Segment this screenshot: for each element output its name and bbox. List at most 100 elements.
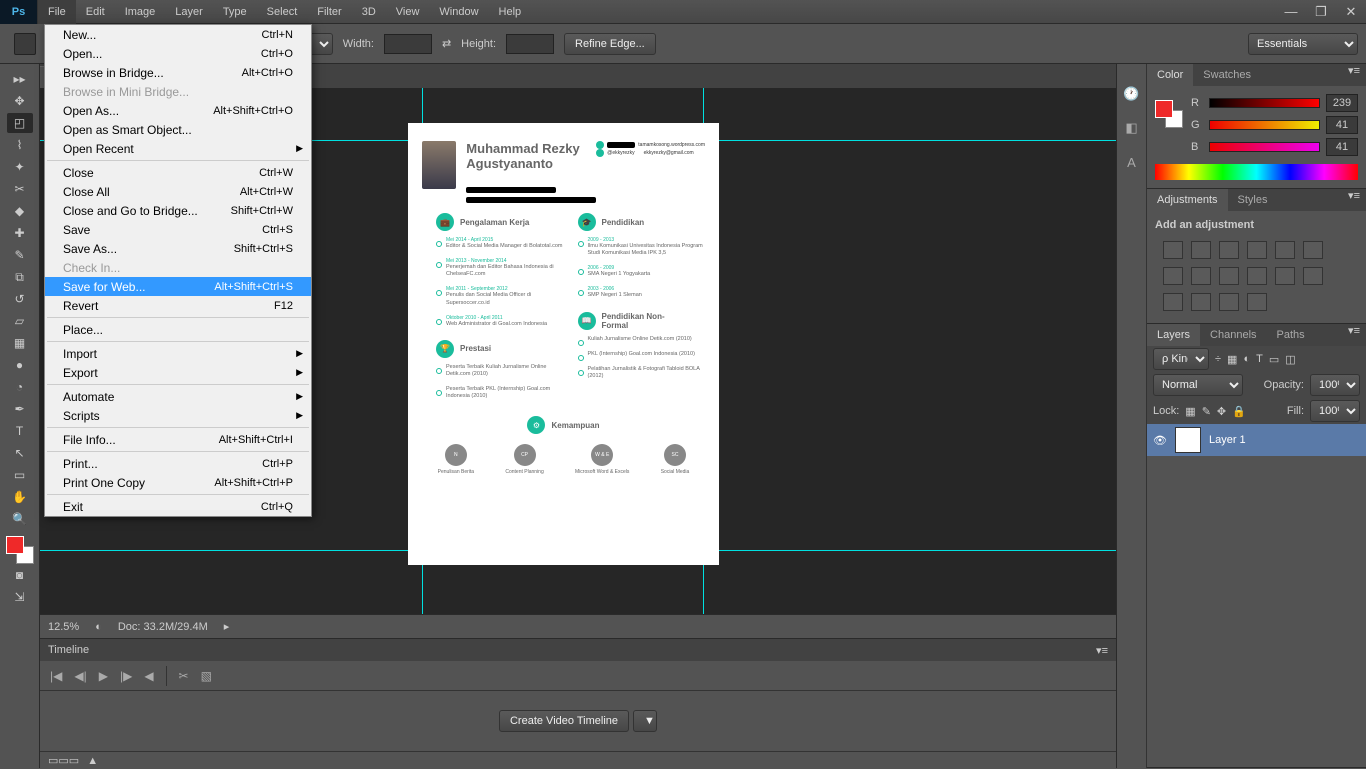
screenmode-tool[interactable]: ⇲ xyxy=(7,587,33,607)
menu-item[interactable]: Browse in Bridge...Alt+Ctrl+O xyxy=(45,63,311,82)
r-slider[interactable] xyxy=(1209,98,1320,108)
menu-edit[interactable]: Edit xyxy=(76,0,115,24)
width-input[interactable] xyxy=(384,34,432,54)
menu-item[interactable]: Export▶ xyxy=(45,363,311,382)
adjustment-icon[interactable] xyxy=(1247,267,1267,285)
tab-grip-icon[interactable]: ▸▸ xyxy=(7,69,33,89)
menu-item[interactable]: Place... xyxy=(45,320,311,339)
workspace-select[interactable]: Essentials xyxy=(1248,33,1358,55)
blend-mode-select[interactable]: Normal xyxy=(1153,374,1243,396)
gradient-tool[interactable]: ▦ xyxy=(7,333,33,353)
last-frame-icon[interactable]: ◀ xyxy=(144,669,153,683)
first-frame-icon[interactable]: |◀ xyxy=(50,669,62,683)
doc-info-arrow[interactable]: ▸ xyxy=(224,620,230,633)
filter-kind-select[interactable]: ρ Kind xyxy=(1153,348,1209,370)
menu-select[interactable]: Select xyxy=(257,0,308,24)
menu-item[interactable]: Print One CopyAlt+Shift+Ctrl+P xyxy=(45,473,311,492)
styles-tab[interactable]: Styles xyxy=(1228,189,1278,211)
menu-item[interactable]: RevertF12 xyxy=(45,296,311,315)
stamp-tool[interactable]: ⧉ xyxy=(7,267,33,287)
menu-item[interactable]: Automate▶ xyxy=(45,387,311,406)
crop-tool[interactable]: ✂ xyxy=(7,179,33,199)
properties-panel-icon[interactable]: ◧ xyxy=(1122,118,1142,138)
adjustment-icon[interactable] xyxy=(1303,267,1323,285)
filter-type-icon[interactable]: T xyxy=(1256,353,1263,365)
type-tool[interactable]: T xyxy=(7,421,33,441)
color-tab[interactable]: Color xyxy=(1147,64,1193,86)
create-timeline-button[interactable]: Create Video Timeline xyxy=(499,710,629,732)
eyedropper-tool[interactable]: ◆ xyxy=(7,201,33,221)
adjustment-icon[interactable] xyxy=(1247,241,1267,259)
panel-menu-icon[interactable]: ▾≡ xyxy=(1348,64,1366,86)
menu-file[interactable]: File xyxy=(38,0,76,24)
filter-adj-icon[interactable]: ◐ xyxy=(1243,353,1250,365)
character-panel-icon[interactable]: A xyxy=(1122,152,1142,172)
menu-item[interactable]: Open Recent▶ xyxy=(45,139,311,158)
visibility-icon[interactable]: 👁 xyxy=(1153,434,1167,447)
menu-image[interactable]: Image xyxy=(115,0,166,24)
tl-footer-icon[interactable]: ▭▭▭ xyxy=(48,754,79,767)
menu-item[interactable]: SaveCtrl+S xyxy=(45,220,311,239)
menu-item[interactable]: Save As...Shift+Ctrl+S xyxy=(45,239,311,258)
opacity-select[interactable]: 100% xyxy=(1310,374,1360,396)
b-slider[interactable] xyxy=(1209,142,1320,152)
panel-menu-icon[interactable]: ▾≡ xyxy=(1348,324,1366,346)
adjustments-tab[interactable]: Adjustments xyxy=(1147,189,1228,211)
zoom-icon[interactable]: ◐ xyxy=(95,621,102,633)
shape-tool[interactable]: ▭ xyxy=(7,465,33,485)
history-brush-tool[interactable]: ↺ xyxy=(7,289,33,309)
lock-pos-icon[interactable]: ✥ xyxy=(1217,405,1226,418)
paths-tab[interactable]: Paths xyxy=(1267,324,1315,346)
menu-filter[interactable]: Filter xyxy=(307,0,351,24)
filter-image-icon[interactable]: ▦ xyxy=(1227,353,1237,366)
menu-help[interactable]: Help xyxy=(489,0,532,24)
hue-strip[interactable] xyxy=(1155,164,1358,180)
menu-item[interactable]: Open...Ctrl+O xyxy=(45,44,311,63)
dodge-tool[interactable]: ◔ xyxy=(7,377,33,397)
heal-tool[interactable]: ✚ xyxy=(7,223,33,243)
fg-swatch[interactable] xyxy=(6,536,24,554)
brush-tool[interactable]: ✎ xyxy=(7,245,33,265)
wand-tool[interactable]: ✦ xyxy=(7,157,33,177)
menu-item[interactable]: New...Ctrl+N xyxy=(45,25,311,44)
menu-item[interactable]: Close AllAlt+Ctrl+W xyxy=(45,182,311,201)
swap-icon[interactable]: ⇄ xyxy=(442,37,451,50)
play-icon[interactable]: ▶ xyxy=(99,669,108,683)
timeline-tab[interactable]: Timeline xyxy=(48,644,89,656)
panel-menu-icon[interactable]: ▾≡ xyxy=(1096,644,1108,657)
pen-tool[interactable]: ✒ xyxy=(7,399,33,419)
swatches-tab[interactable]: Swatches xyxy=(1193,64,1261,86)
prev-frame-icon[interactable]: ◀| xyxy=(74,669,86,683)
layer-item[interactable]: 👁 Layer 1 xyxy=(1147,424,1366,456)
cut-icon[interactable]: ✂ xyxy=(179,669,189,683)
maximize-button[interactable]: ❐ xyxy=(1306,0,1336,24)
quickmask-tool[interactable]: ◙ xyxy=(7,565,33,585)
adjustment-icon[interactable] xyxy=(1303,241,1323,259)
path-tool[interactable]: ↖ xyxy=(7,443,33,463)
menu-item[interactable]: ExitCtrl+Q xyxy=(45,497,311,516)
adjustment-icon[interactable] xyxy=(1191,293,1211,311)
menu-item[interactable]: Print...Ctrl+P xyxy=(45,454,311,473)
color-swatches[interactable] xyxy=(6,536,34,564)
fill-select[interactable]: 100% xyxy=(1310,400,1360,422)
filter-smart-icon[interactable]: ◫ xyxy=(1285,353,1295,366)
panel-menu-icon[interactable]: ▾≡ xyxy=(1348,189,1366,211)
adjustment-icon[interactable] xyxy=(1163,293,1183,311)
tl-arrow-icon[interactable]: ▲ xyxy=(87,755,98,767)
adjustment-icon[interactable] xyxy=(1163,267,1183,285)
close-button[interactable]: ✕ xyxy=(1336,0,1366,24)
layers-tab[interactable]: Layers xyxy=(1147,324,1200,346)
adjustment-icon[interactable] xyxy=(1275,241,1295,259)
transition-icon[interactable]: ▧ xyxy=(201,669,212,683)
lock-trans-icon[interactable]: ▦ xyxy=(1185,405,1195,418)
adjustment-icon[interactable] xyxy=(1191,241,1211,259)
minimize-button[interactable]: — xyxy=(1276,0,1306,24)
lock-paint-icon[interactable]: ✎ xyxy=(1202,405,1211,418)
channels-tab[interactable]: Channels xyxy=(1200,324,1266,346)
menu-item[interactable]: Open as Smart Object... xyxy=(45,120,311,139)
g-slider[interactable] xyxy=(1209,120,1320,130)
move-tool[interactable]: ✥ xyxy=(7,91,33,111)
marquee-tool[interactable]: ◰ xyxy=(7,113,33,133)
menu-item[interactable]: Import▶ xyxy=(45,344,311,363)
adjustment-icon[interactable] xyxy=(1275,267,1295,285)
